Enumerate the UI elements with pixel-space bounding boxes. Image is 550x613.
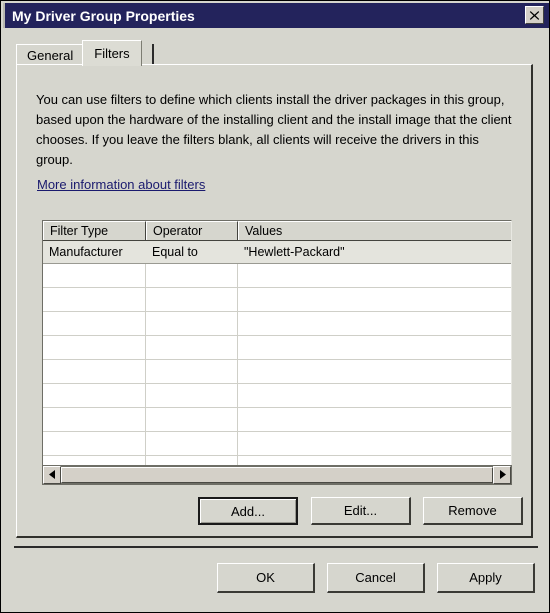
cell-empty [43, 336, 146, 359]
table-row-empty[interactable] [43, 384, 511, 408]
column-header-filter-type[interactable]: Filter Type [43, 221, 146, 240]
apply-button[interactable]: Apply [437, 563, 535, 593]
cell-empty [43, 264, 146, 287]
column-header-values[interactable]: Values [238, 221, 511, 240]
cell-filter-type: Manufacturer [49, 245, 123, 259]
grid-body: Manufacturer Equal to "Hewlett-Packard" [43, 241, 511, 469]
cancel-button[interactable]: Cancel [327, 563, 425, 593]
table-row-empty[interactable] [43, 432, 511, 456]
cell-empty [43, 360, 146, 383]
title-bar-edge [3, 3, 5, 28]
cell-empty [146, 384, 238, 407]
cell-empty [238, 336, 511, 359]
cell-values: "Hewlett-Packard" [244, 245, 345, 259]
scrollbar-track[interactable] [61, 466, 493, 484]
filters-grid[interactable]: Filter Type Operator Values Manufacturer… [42, 220, 512, 470]
tab-filters[interactable]: Filters [82, 40, 142, 66]
triangle-right-icon [499, 466, 506, 484]
triangle-left-icon [48, 466, 56, 484]
table-row-empty[interactable] [43, 264, 511, 288]
close-button[interactable] [525, 6, 544, 24]
cell-empty [43, 408, 146, 431]
filters-description: You can use filters to define which clie… [36, 92, 512, 167]
cell-empty [43, 288, 146, 311]
cell-empty [238, 384, 511, 407]
cell-empty [146, 288, 238, 311]
grid-header-row: Filter Type Operator Values [43, 221, 511, 241]
tab-strip: General Filters [16, 40, 154, 66]
cell-empty [238, 312, 511, 335]
scroll-left-button[interactable] [43, 466, 61, 484]
footer-separator [14, 546, 538, 548]
cell-operator: Equal to [152, 245, 198, 259]
cell-empty [238, 360, 511, 383]
table-row-empty[interactable] [43, 408, 511, 432]
edit-button[interactable]: Edit... [311, 497, 411, 525]
tab-filters-label: Filters [94, 46, 130, 61]
scroll-right-button[interactable] [493, 466, 511, 484]
table-row-empty[interactable] [43, 336, 511, 360]
cell-empty [146, 336, 238, 359]
add-button[interactable]: Add... [198, 497, 298, 525]
column-header-operator[interactable]: Operator [146, 221, 238, 240]
cell-empty [43, 312, 146, 335]
remove-button[interactable]: Remove [423, 497, 523, 525]
cell-empty [146, 360, 238, 383]
cell-empty [43, 432, 146, 455]
filters-tab-page: You can use filters to define which clie… [16, 64, 533, 538]
table-row[interactable]: Manufacturer Equal to "Hewlett-Packard" [43, 241, 511, 264]
cell-empty [238, 408, 511, 431]
more-information-link[interactable]: More information about filters [37, 177, 205, 192]
scrollbar-thumb[interactable] [61, 467, 493, 483]
cell-empty [238, 432, 511, 455]
cell-empty [146, 408, 238, 431]
cell-empty [43, 384, 146, 407]
cell-empty [146, 432, 238, 455]
window-title: My Driver Group Properties [12, 7, 195, 24]
tab-focus-caret [151, 44, 154, 64]
tab-general-label: General [27, 47, 74, 63]
cell-empty [146, 264, 238, 287]
grid-horizontal-scrollbar[interactable] [42, 465, 512, 485]
table-row-empty[interactable] [43, 312, 511, 336]
table-row-empty[interactable] [43, 360, 511, 384]
cell-empty [238, 264, 511, 287]
table-row-empty[interactable] [43, 288, 511, 312]
ok-button[interactable]: OK [217, 563, 315, 593]
title-bar[interactable]: My Driver Group Properties [3, 3, 549, 28]
cell-empty [238, 288, 511, 311]
cell-empty [146, 312, 238, 335]
tab-general[interactable]: General [16, 44, 85, 66]
close-icon [529, 10, 540, 21]
properties-dialog: My Driver Group Properties General Filte… [0, 0, 550, 613]
